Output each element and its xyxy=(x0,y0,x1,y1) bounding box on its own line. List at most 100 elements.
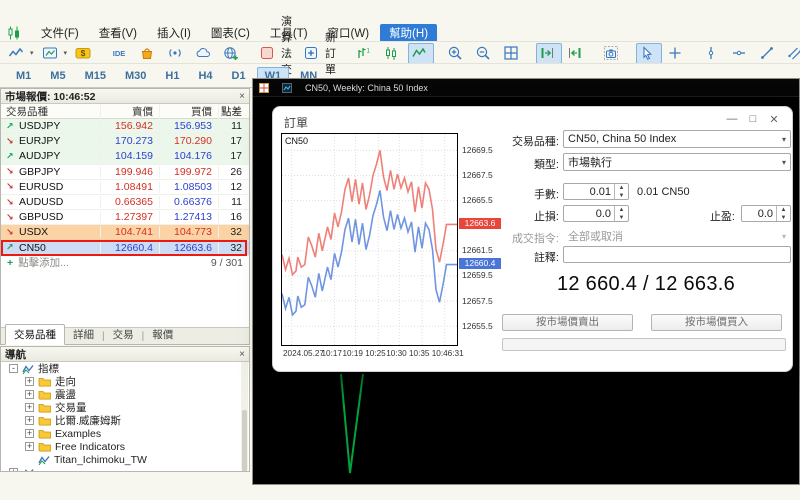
comment-input[interactable] xyxy=(563,246,791,263)
expand-icon[interactable]: + xyxy=(25,442,34,451)
timeframe-h1[interactable]: H1 xyxy=(157,67,187,85)
horizontal-line-button[interactable] xyxy=(728,43,754,64)
stop-loss-stepper[interactable]: 0.0 ▲▼ xyxy=(563,205,629,222)
community-button[interactable] xyxy=(220,43,246,64)
expand-icon[interactable]: + xyxy=(25,390,34,399)
table-row-gbpjpy[interactable]: ↘GBPJPY199.946199.97226 xyxy=(1,165,249,180)
table-row-cn50[interactable]: ↗CN5012660.412663.632 xyxy=(1,241,249,256)
stepper-buttons[interactable]: ▲▼ xyxy=(614,184,628,199)
tree-item-7[interactable]: +Free Indicators xyxy=(1,440,249,453)
step-up-icon[interactable]: ▲ xyxy=(615,206,628,214)
expand-icon[interactable]: + xyxy=(9,468,18,472)
crosshair-button[interactable] xyxy=(664,43,690,64)
timeframe-m15[interactable]: M15 xyxy=(77,67,114,85)
timeframe-h4[interactable]: H4 xyxy=(190,67,220,85)
zoom-out-button[interactable] xyxy=(472,43,498,64)
menu-item-3[interactable]: 插入(I) xyxy=(148,24,200,42)
column-header-4[interactable]: 點差 xyxy=(218,104,249,119)
fill-policy-label: 成交指令: xyxy=(449,230,559,246)
tree-item-4[interactable]: +交易量 xyxy=(1,401,249,414)
chart-window-titlebar[interactable]: CN50, Weekly: China 50 Index xyxy=(253,79,799,97)
dollar-button[interactable]: $ xyxy=(72,43,98,64)
tree-item-9[interactable]: + xyxy=(1,466,249,472)
take-profit-stepper[interactable]: 0.0 ▲▼ xyxy=(741,205,791,222)
algo-trading-button[interactable]: 演算法交易 xyxy=(256,43,298,64)
menu-item-1[interactable]: 文件(F) xyxy=(32,24,88,42)
minimize-button[interactable]: — xyxy=(724,113,740,125)
tree-item-6[interactable]: +Examples xyxy=(1,427,249,440)
window-chart-icon xyxy=(282,83,296,93)
table-row-eurjpy[interactable]: ↘EURJPY170.273170.29017 xyxy=(1,134,249,149)
tab-1[interactable]: 交易品種 xyxy=(5,324,65,345)
close-button[interactable]: ✕ xyxy=(766,113,782,126)
zoom-in-button[interactable] xyxy=(444,43,470,64)
chart-shift-button[interactable] xyxy=(564,43,590,64)
expand-icon[interactable]: + xyxy=(25,416,34,425)
ide-button[interactable]: IDE xyxy=(108,43,134,64)
symbol-select[interactable]: CN50, China 50 Index ▾ xyxy=(563,130,791,148)
tab-3[interactable]: 交易 xyxy=(105,325,142,344)
stepper-buttons[interactable]: ▲▼ xyxy=(776,206,790,221)
tab-2[interactable]: 詳細 xyxy=(65,325,102,344)
navigator-scrollbar[interactable] xyxy=(241,362,248,470)
tab-4[interactable]: 報價 xyxy=(144,325,181,344)
column-header-2[interactable]: 賣價 xyxy=(100,104,159,119)
maximize-button[interactable]: □ xyxy=(745,113,761,125)
expand-icon[interactable]: + xyxy=(25,377,34,386)
step-down-icon[interactable]: ▼ xyxy=(615,192,628,200)
timeframe-m5[interactable]: M5 xyxy=(42,67,73,85)
column-header-3[interactable]: 買價 xyxy=(159,104,218,119)
type-select[interactable]: 市場執行 ▾ xyxy=(563,153,791,171)
table-row-usdjpy[interactable]: ↗USDJPY156.942156.95311 xyxy=(1,119,249,134)
step-up-icon[interactable]: ▲ xyxy=(615,184,628,192)
tree-item-3[interactable]: +震盪 xyxy=(1,388,249,401)
tree-item-2[interactable]: +走向 xyxy=(1,375,249,388)
buy-button[interactable]: 按市場價買入 xyxy=(651,314,782,331)
menu-item-4[interactable]: 圖表(C) xyxy=(202,24,259,42)
channel-button[interactable] xyxy=(784,43,800,64)
market-watch-close-icon[interactable]: × xyxy=(239,91,245,102)
screenshot-button[interactable] xyxy=(600,43,626,64)
table-row-audjpy[interactable]: ↗AUDJPY104.159104.17617 xyxy=(1,149,249,164)
scrollbar-thumb[interactable] xyxy=(242,410,247,472)
tree-item-1[interactable]: -指標 xyxy=(1,362,249,375)
tree-item-5[interactable]: +比爾.威廉姆斯 xyxy=(1,414,249,427)
cloud-button[interactable] xyxy=(192,43,218,64)
cursor-button[interactable] xyxy=(636,43,662,64)
step-down-icon[interactable]: ▼ xyxy=(615,214,628,222)
table-row-audusd[interactable]: ↘AUDUSD0.663650.6637611 xyxy=(1,195,249,210)
signals-button[interactable] xyxy=(164,43,190,64)
expand-icon[interactable]: + xyxy=(25,403,34,412)
trendline-button[interactable] xyxy=(756,43,782,64)
tile-windows-button[interactable] xyxy=(500,43,526,64)
column-header-1[interactable]: 交易品種 xyxy=(1,104,100,119)
bar-chart-button[interactable]: 1 xyxy=(352,43,378,64)
table-row-usdx[interactable]: ↘USDX104.741104.77332 xyxy=(1,225,249,240)
add-symbol-row[interactable]: + 點擊添加... 9 / 301 xyxy=(1,256,249,270)
navigator-close-icon[interactable]: × xyxy=(239,349,245,360)
market-button[interactable] xyxy=(136,43,162,64)
sell-button[interactable]: 按市場價賣出 xyxy=(502,314,633,331)
auto-scroll-button[interactable] xyxy=(536,43,562,64)
profiles-button[interactable]: ▾ xyxy=(39,43,71,64)
step-down-icon[interactable]: ▼ xyxy=(777,214,790,222)
new-order-button[interactable]: 新訂單 xyxy=(300,43,342,64)
candlestick-chart-button[interactable] xyxy=(380,43,406,64)
menu-item-7[interactable]: 幫助(H) xyxy=(380,24,437,42)
vertical-line-button[interactable] xyxy=(700,43,726,64)
menu-item-2[interactable]: 查看(V) xyxy=(90,24,146,42)
timeframe-m1[interactable]: M1 xyxy=(8,67,39,85)
expand-icon[interactable]: + xyxy=(25,429,34,438)
timeframe-m30[interactable]: M30 xyxy=(117,67,154,85)
table-row-gbpusd[interactable]: ↘GBPUSD1.273971.2741316 xyxy=(1,210,249,225)
step-up-icon[interactable]: ▲ xyxy=(777,206,790,214)
table-row-eurusd[interactable]: ↘EURUSD1.084911.0850312 xyxy=(1,180,249,195)
tree-item-8[interactable]: Titan_Ichimoku_TW xyxy=(1,453,249,466)
sell-price: 104.159 xyxy=(100,150,159,162)
new-chart-button[interactable]: ▾ xyxy=(5,43,37,64)
collapse-icon[interactable]: - xyxy=(9,364,18,373)
line-chart-button[interactable] xyxy=(408,43,434,64)
volume-stepper[interactable]: 0.01 ▲▼ xyxy=(563,183,629,200)
timeframe-d1[interactable]: D1 xyxy=(224,67,254,85)
stepper-buttons[interactable]: ▲▼ xyxy=(614,206,628,221)
